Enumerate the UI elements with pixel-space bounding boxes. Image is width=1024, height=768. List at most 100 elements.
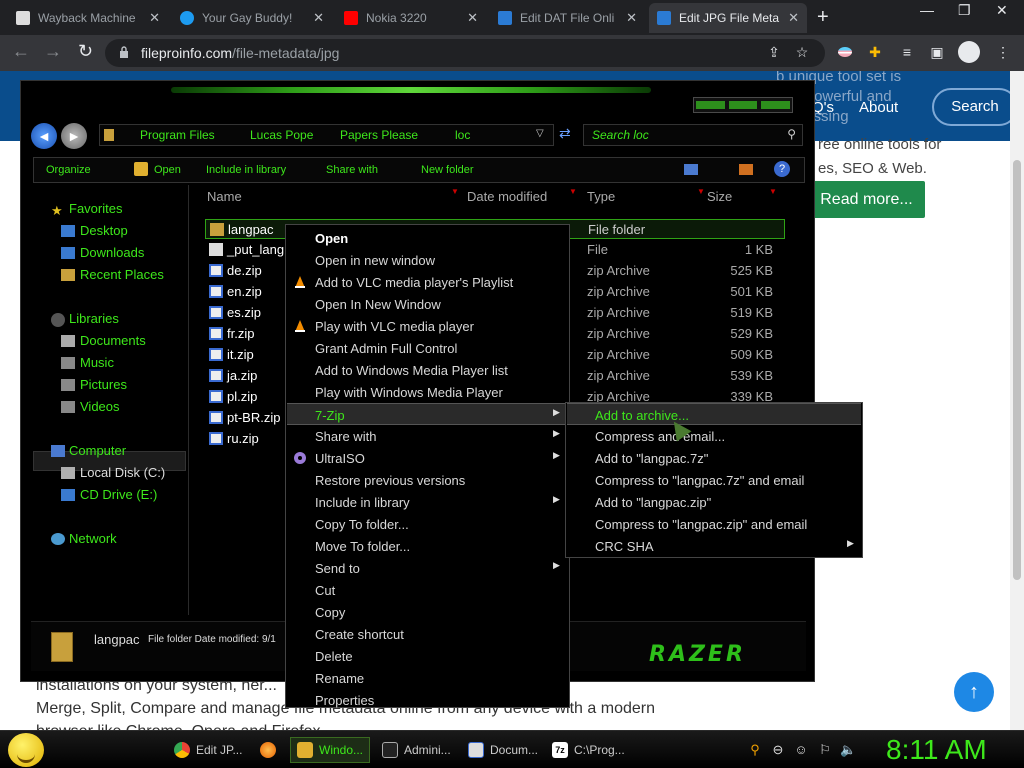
- nav-local-disk[interactable]: Local Disk (C:): [80, 465, 165, 480]
- menu-item-play-vlc[interactable]: Play with VLC media player: [287, 315, 568, 337]
- menu-item-compress-zip-email[interactable]: Compress to "langpac.zip" and email: [567, 513, 861, 535]
- nav-favorites[interactable]: Favorites: [69, 201, 122, 216]
- menu-item-compress-7z-email[interactable]: Compress to "langpac.7z" and email: [567, 469, 861, 491]
- menu-item-add-zip[interactable]: Add to "langpac.zip": [567, 491, 861, 513]
- search-input[interactable]: Search loc ⚲: [583, 124, 803, 146]
- menu-item-open-in-new-window[interactable]: Open In New Window: [287, 293, 568, 315]
- address-bar[interactable]: fileproinfo.com/file-metadata/jpg ⇪ ☆: [105, 39, 825, 67]
- column-sort-icon[interactable]: ▼: [769, 187, 777, 203]
- menu-item-delete[interactable]: Delete: [287, 645, 568, 667]
- organize-button[interactable]: Organize: [46, 164, 91, 176]
- refresh-icon[interactable]: ⇄: [559, 125, 571, 142]
- share-icon[interactable]: ⇪: [765, 44, 783, 62]
- tab-youtube[interactable]: Nokia 3220 ✕: [336, 3, 486, 33]
- page-scrollbar-thumb[interactable]: [1013, 160, 1021, 580]
- forward-icon[interactable]: →: [44, 41, 62, 62]
- forward-arrow-icon[interactable]: ►: [61, 123, 87, 149]
- menu-item-crc-sha[interactable]: CRC SHA ▶: [567, 535, 861, 557]
- menu-kebab-icon[interactable]: ⋮: [994, 44, 1012, 62]
- action-center-flag-icon[interactable]: ⚐: [817, 742, 833, 758]
- smiley-tray-icon[interactable]: ☺: [793, 742, 809, 758]
- breadcrumb[interactable]: Program Files Lucas Pope Papers Please l…: [99, 124, 554, 146]
- column-sort-icon[interactable]: ▼: [569, 187, 577, 203]
- pane-divider[interactable]: [188, 185, 189, 615]
- extensions-puzzle-icon[interactable]: ✚: [866, 44, 884, 62]
- nav-network[interactable]: Network: [69, 531, 117, 546]
- nav-music[interactable]: Music: [80, 355, 114, 370]
- nav-downloads[interactable]: Downloads: [80, 245, 144, 260]
- close-icon[interactable]: ✕: [626, 10, 637, 26]
- preview-pane-icon[interactable]: [739, 164, 753, 175]
- maximize-button[interactable]: [728, 101, 758, 109]
- minimize-icon[interactable]: —: [920, 2, 934, 18]
- menu-item-add-to-archive[interactable]: Add to archive...: [567, 403, 861, 425]
- menu-item-open[interactable]: Open: [287, 227, 568, 249]
- taskbar-button-7zip[interactable]: 7z C:\Prog...: [546, 737, 631, 763]
- menu-item-add-7z[interactable]: Add to "langpac.7z": [567, 447, 861, 469]
- chevron-down-icon[interactable]: ▽: [536, 128, 544, 139]
- new-folder-button[interactable]: New folder: [421, 164, 474, 176]
- breadcrumb-item[interactable]: Papers Please: [340, 128, 418, 142]
- menu-item-grant-admin[interactable]: Grant Admin Full Control: [287, 337, 568, 359]
- nav-cd-drive[interactable]: CD Drive (E:): [80, 487, 157, 502]
- menu-item-7zip[interactable]: 7-Zip ▶: [287, 403, 568, 425]
- column-header-name[interactable]: Name: [207, 189, 242, 204]
- column-sort-icon[interactable]: ▼: [451, 187, 459, 203]
- taskbar-button-cmd[interactable]: Admini...: [376, 737, 457, 763]
- breadcrumb-item[interactable]: loc: [455, 128, 470, 142]
- menu-item-compress-email[interactable]: Compress and email...: [567, 425, 861, 447]
- menu-item-send-to[interactable]: Send to ▶: [287, 557, 568, 579]
- reload-icon[interactable]: ↻: [78, 41, 93, 62]
- bookmark-star-icon[interactable]: ☆: [793, 44, 811, 62]
- taskbar-button-firefox[interactable]: [254, 737, 288, 763]
- nav-libraries[interactable]: Libraries: [69, 311, 119, 326]
- close-icon[interactable]: ✕: [467, 10, 478, 26]
- scroll-to-top-button[interactable]: ↑: [954, 672, 994, 712]
- search-tray-icon[interactable]: ⚲: [747, 742, 763, 758]
- close-icon[interactable]: ✕: [313, 10, 324, 26]
- open-button[interactable]: Open: [154, 164, 181, 176]
- menu-item-play-wmp[interactable]: Play with Windows Media Player: [287, 381, 568, 403]
- profile-avatar-icon[interactable]: [958, 41, 980, 63]
- menu-item-move-to-folder[interactable]: Move To folder...: [287, 535, 568, 557]
- close-icon[interactable]: ✕: [788, 10, 799, 26]
- close-button[interactable]: [761, 101, 791, 109]
- start-button-smiley-icon[interactable]: [8, 733, 44, 767]
- breadcrumb-item[interactable]: Lucas Pope: [250, 128, 313, 142]
- tab-twitter[interactable]: Your Gay Buddy! ✕: [172, 3, 332, 33]
- tab-wayback[interactable]: Wayback Machine ✕: [8, 3, 168, 33]
- view-icon[interactable]: [684, 164, 698, 175]
- restore-icon[interactable]: ❐: [958, 2, 971, 19]
- minus-tray-icon[interactable]: ⊖: [770, 742, 786, 758]
- back-arrow-icon[interactable]: ◄: [31, 123, 57, 149]
- menu-item-copy[interactable]: Copy: [287, 601, 568, 623]
- taskbar-button-documents[interactable]: Docum...: [462, 737, 544, 763]
- close-icon[interactable]: ✕: [149, 10, 160, 26]
- taskbar-clock[interactable]: 8:11 AM: [886, 734, 987, 766]
- column-sort-icon[interactable]: ▼: [697, 187, 705, 203]
- menu-item-properties[interactable]: Properties: [287, 689, 568, 711]
- column-header-size[interactable]: Size: [707, 189, 732, 204]
- menu-item-ultraiso[interactable]: UltraISO ▶: [287, 447, 568, 469]
- tab-edit-dat[interactable]: Edit DAT File Onli ✕: [490, 3, 645, 33]
- help-icon[interactable]: ?: [774, 161, 790, 177]
- menu-item-include-library[interactable]: Include in library ▶: [287, 491, 568, 513]
- column-header-type[interactable]: Type: [587, 189, 615, 204]
- nav-videos[interactable]: Videos: [80, 399, 120, 414]
- nav-desktop[interactable]: Desktop: [80, 223, 128, 238]
- sidepanel-icon[interactable]: ▣: [928, 44, 946, 62]
- nav-recent-places[interactable]: Recent Places: [80, 267, 164, 282]
- share-with-button[interactable]: Share with: [326, 164, 378, 176]
- taskbar-button-chrome[interactable]: Edit JP...: [168, 737, 248, 763]
- menu-item-copy-to-folder[interactable]: Copy To folder...: [287, 513, 568, 535]
- menu-item-open-new-window[interactable]: Open in new window: [287, 249, 568, 271]
- volume-icon[interactable]: 🔈: [840, 742, 856, 758]
- nav-documents[interactable]: Documents: [80, 333, 146, 348]
- column-header-date[interactable]: Date modified: [467, 189, 547, 204]
- new-tab-button[interactable]: +: [817, 6, 829, 29]
- menu-item-rename[interactable]: Rename: [287, 667, 568, 689]
- breadcrumb-item[interactable]: Program Files: [140, 128, 215, 142]
- menu-item-add-wmp[interactable]: Add to Windows Media Player list: [287, 359, 568, 381]
- include-in-library-button[interactable]: Include in library: [206, 164, 286, 176]
- flag-extension-icon[interactable]: [836, 44, 854, 62]
